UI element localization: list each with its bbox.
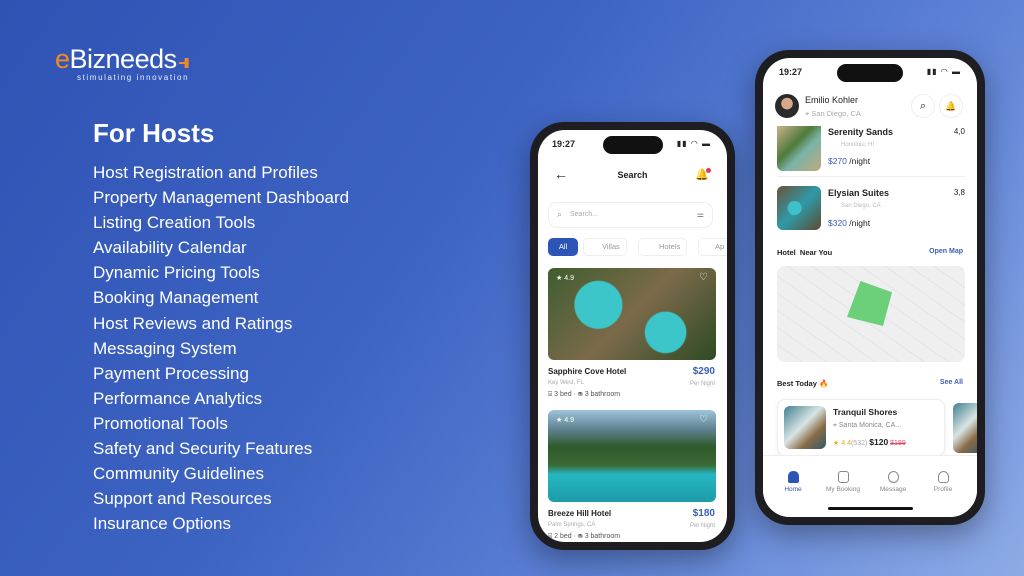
map-park	[847, 281, 892, 326]
feature-item: Payment Processing	[93, 363, 249, 383]
notification-bell-icon[interactable]: 🔔	[939, 94, 963, 118]
listing-rating: 3,8	[953, 188, 965, 197]
bottom-nav: Home My Booking Message Profile	[763, 455, 977, 517]
hotel-location: Palm Springs, CA	[548, 522, 596, 528]
section-title-best: Best Today 🔥	[777, 379, 829, 388]
feature-item: Availability Calendar	[93, 238, 247, 258]
feature-item: Insurance Options	[93, 514, 231, 534]
rating-badge: ★ 4.9	[556, 275, 574, 282]
logo-text: Bizneeds	[69, 44, 178, 74]
message-icon	[887, 471, 899, 483]
feature-item: Property Management Dashboard	[93, 188, 350, 208]
best-location: ⌖ Santa Monica, CA...	[833, 422, 902, 429]
divider	[777, 176, 965, 177]
chip-villas[interactable]: Villas	[583, 238, 627, 256]
search-icon[interactable]: ⌕	[911, 94, 935, 118]
home-icon	[787, 471, 799, 483]
hotel-image[interactable]: ★ 4.9 ♡	[548, 268, 716, 360]
feature-item: Promotional Tools	[93, 413, 228, 433]
rating-badge: ★ 4.9	[556, 417, 574, 424]
logo-tagline: stimulating innovation	[77, 73, 190, 82]
feature-item: Safety and Security Features	[93, 439, 313, 459]
best-name: Tranquil Shores	[833, 407, 898, 417]
signal-wifi-battery-icon: ▮▮ ◠ ▬	[676, 139, 711, 148]
listing-price: $270 /night	[828, 156, 871, 166]
best-card-next[interactable]	[953, 403, 977, 453]
listing-location: Honolulu, HI	[841, 142, 875, 148]
heart-icon[interactable]: ♡	[699, 272, 708, 283]
chip-hotels[interactable]: Hotels	[638, 238, 688, 256]
nav-my-booking[interactable]: My Booking	[823, 471, 863, 493]
price-unit: Per Night	[689, 381, 715, 387]
user-name: Emilio Kohler	[805, 95, 859, 105]
search-placeholder: Search...	[570, 211, 599, 218]
hotel-price: $290	[692, 366, 715, 377]
nav-profile[interactable]: Profile	[923, 471, 963, 493]
feature-item: Performance Analytics	[93, 388, 263, 408]
hotel-amenities: ⌸ 3 bed · ⛀ 3 bathroom	[548, 391, 621, 398]
status-time: 19:27	[552, 139, 576, 149]
filter-icon[interactable]: ⚌	[697, 210, 704, 219]
section-title-near: Hotel Near You	[777, 248, 833, 257]
hotel-image[interactable]: ★ 4.9 ♡	[548, 410, 716, 502]
hotel-amenities: ⌸ 2 bed · ⛀ 3 bathroom	[548, 533, 621, 540]
best-image	[784, 406, 826, 449]
see-all-link[interactable]: See All	[940, 379, 963, 386]
listing-price: $320 /night	[828, 218, 871, 228]
feature-list: Host Registration and Profiles Property …	[93, 160, 349, 536]
user-location: ⌖ San Diego, CA	[805, 109, 861, 118]
phone-home-screen: 19:27 ▮▮ ◠ ▬ Emilio Kohler ⌖ San Diego, …	[755, 50, 985, 525]
chip-label: Hotels	[659, 242, 681, 251]
listing-rating: 4,0	[953, 127, 965, 136]
map-view[interactable]	[777, 266, 965, 362]
dynamic-island	[837, 64, 903, 82]
feature-item: Messaging System	[93, 338, 237, 358]
listing-location: San Diego, CA	[841, 203, 881, 209]
open-map-link[interactable]: Open Map	[929, 248, 963, 255]
listing-name[interactable]: Elysian Suites	[828, 188, 889, 198]
listing-image[interactable]	[777, 186, 821, 230]
feature-item: Host Registration and Profiles	[93, 163, 318, 182]
dynamic-island	[602, 136, 663, 154]
chip-all[interactable]: All	[548, 238, 578, 256]
feature-item: Dynamic Pricing Tools	[93, 263, 260, 283]
listing-image[interactable]	[777, 126, 821, 171]
feature-item: Host Reviews and Ratings	[93, 313, 293, 333]
chip-label: Ap	[715, 242, 725, 251]
booking-icon	[837, 471, 849, 483]
nav-home[interactable]: Home	[773, 471, 813, 493]
heart-icon[interactable]: ♡	[699, 414, 708, 425]
best-meta: ★ 4.4(532) $120 $199	[833, 437, 906, 447]
feature-item: Community Guidelines	[93, 464, 265, 484]
search-icon: ⌕	[557, 209, 563, 219]
hotel-name[interactable]: Sapphire Cove Hotel	[548, 367, 626, 376]
notification-bell-icon[interactable]: 🔔	[695, 168, 711, 181]
brand-logo: eBizneeds stimulating innovation	[55, 45, 189, 82]
best-card[interactable]: Tranquil Shores ⌖ Santa Monica, CA... ★ …	[777, 399, 945, 456]
feature-item: Booking Management	[93, 288, 259, 308]
hotel-name[interactable]: Breeze Hill Hotel	[548, 509, 611, 518]
logo-e: e	[55, 44, 70, 74]
avatar[interactable]	[775, 94, 799, 118]
nav-message[interactable]: Message	[873, 471, 913, 493]
feature-item: Support and Resources	[93, 489, 272, 509]
signal-wifi-battery-icon: ▮▮ ◠ ▬	[926, 67, 961, 76]
chip-apartments[interactable]: Ap	[698, 238, 727, 256]
status-time: 19:27	[779, 67, 803, 77]
home-indicator	[828, 507, 913, 510]
phone-search-screen: 19:27 ▮▮ ◠ ▬ ← Search 🔔 ⌕ Search... ⚌ Al…	[530, 122, 735, 550]
logo-mark-icon	[178, 58, 189, 68]
search-input[interactable]: ⌕ Search... ⚌	[548, 202, 713, 228]
profile-icon	[937, 471, 949, 483]
chip-label: Villas	[602, 242, 620, 251]
hotel-price: $180	[692, 508, 715, 519]
listing-name[interactable]: Serenity Sands	[828, 127, 893, 137]
price-unit: Per Night	[689, 523, 715, 529]
feature-item: Listing Creation Tools	[93, 213, 256, 233]
hotel-location: Key West, FL	[548, 380, 584, 386]
page-title: For Hosts	[93, 118, 215, 148]
